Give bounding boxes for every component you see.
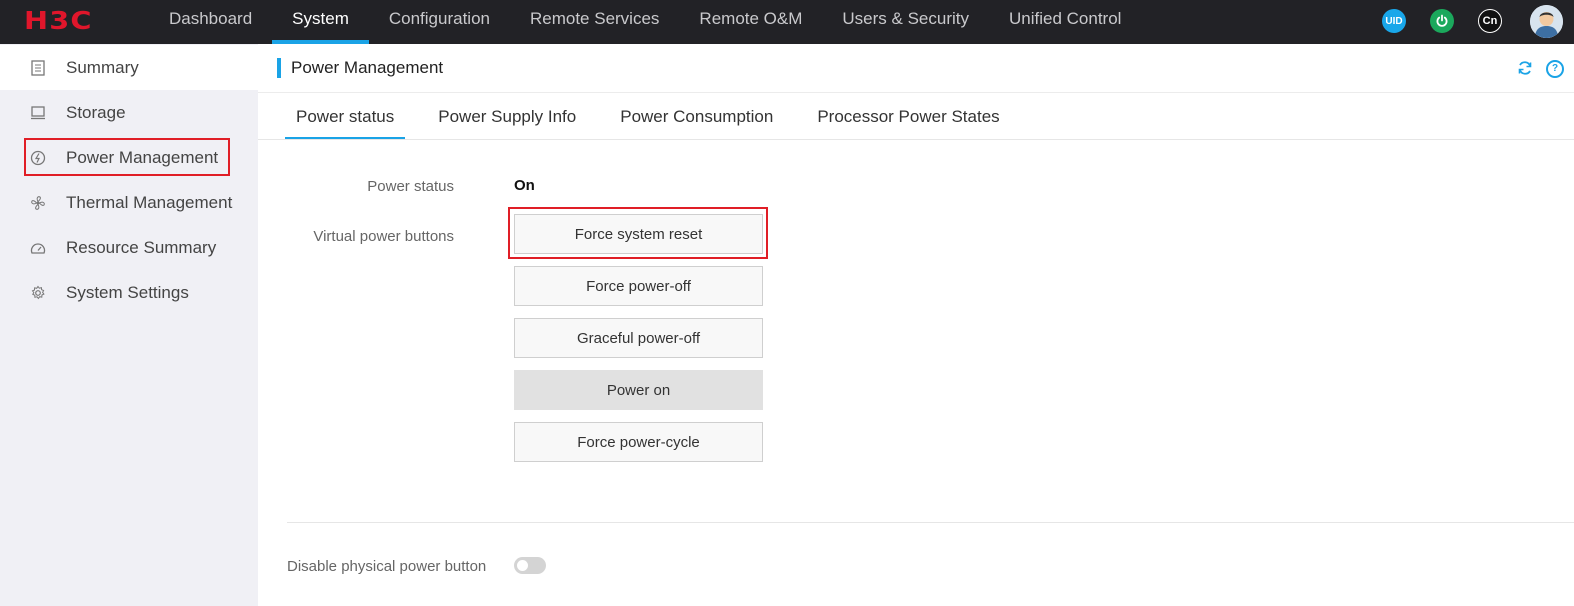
tab-power-supply-info[interactable]: Power Supply Info: [427, 94, 587, 140]
sidebar-item-label: System Settings: [66, 282, 189, 302]
virtual-power-buttons-label: Virtual power buttons: [313, 228, 454, 245]
nav-remote-services[interactable]: Remote Services: [510, 0, 679, 44]
storage-icon: [30, 105, 46, 121]
uid-icon[interactable]: UID: [1382, 9, 1406, 33]
tabs-divider: [258, 139, 1574, 140]
tab-bar: Power status Power Supply Info Power Con…: [285, 94, 1033, 140]
sidebar-item-thermal-management[interactable]: Thermal Management: [0, 180, 258, 225]
force-system-reset-button[interactable]: Force system reset: [514, 214, 763, 254]
sidebar-item-resource-summary[interactable]: Resource Summary: [0, 225, 258, 270]
top-bar: H3C Dashboard System Configuration Remot…: [0, 0, 1574, 44]
tab-processor-power-states[interactable]: Processor Power States: [806, 94, 1010, 140]
page-title: Power Management: [291, 58, 444, 77]
header-divider: [258, 92, 1574, 93]
disable-physical-power-button-label: Disable physical power button: [287, 558, 487, 575]
help-icon[interactable]: ?: [1546, 60, 1564, 78]
language-icon[interactable]: Cn: [1478, 9, 1502, 33]
sidebar-item-storage[interactable]: Storage: [0, 90, 258, 135]
nav-users-security[interactable]: Users & Security: [822, 0, 989, 44]
sidebar: Summary Storage Power Management Thermal…: [0, 44, 258, 606]
sidebar-item-label: Thermal Management: [66, 192, 233, 212]
force-power-cycle-button[interactable]: Force power-cycle: [514, 422, 763, 462]
power-management-icon: [30, 150, 46, 166]
nav-configuration[interactable]: Configuration: [369, 0, 510, 44]
power-on-button[interactable]: Power on: [514, 370, 763, 410]
section-divider: [287, 522, 1574, 523]
summary-icon: [30, 59, 46, 76]
power-status-label: Power status: [367, 178, 454, 195]
nav-remote-om[interactable]: Remote O&M: [679, 0, 822, 44]
h3c-logo: H3C: [24, 6, 93, 35]
power-icon[interactable]: [1430, 9, 1454, 33]
sidebar-item-summary[interactable]: Summary: [0, 45, 258, 90]
tab-power-status[interactable]: Power status: [285, 94, 406, 140]
main-nav: Dashboard System Configuration Remote Se…: [149, 0, 1141, 44]
nav-dashboard[interactable]: Dashboard: [149, 0, 272, 44]
nav-unified-control[interactable]: Unified Control: [989, 0, 1141, 44]
sidebar-item-label: Summary: [66, 57, 139, 77]
sidebar-item-power-management[interactable]: Power Management: [0, 135, 258, 180]
sidebar-item-label: Storage: [66, 102, 126, 122]
gauge-icon: [30, 240, 46, 256]
tab-power-consumption[interactable]: Power Consumption: [609, 94, 784, 140]
gear-icon: [30, 285, 46, 301]
fan-icon: [30, 195, 46, 211]
sidebar-item-system-settings[interactable]: System Settings: [0, 270, 258, 315]
toggle-knob: [517, 560, 528, 571]
sidebar-item-label: Resource Summary: [66, 237, 217, 257]
graceful-power-off-button[interactable]: Graceful power-off: [514, 318, 763, 358]
user-avatar-icon[interactable]: [1530, 5, 1563, 38]
force-power-off-button[interactable]: Force power-off: [514, 266, 763, 306]
nav-system[interactable]: System: [272, 0, 369, 44]
sidebar-item-label: Power Management: [66, 147, 219, 167]
title-accent-bar: [277, 58, 281, 78]
refresh-icon[interactable]: [1516, 60, 1534, 78]
power-status-value: On: [514, 177, 535, 194]
disable-physical-power-button-toggle[interactable]: [514, 557, 546, 574]
